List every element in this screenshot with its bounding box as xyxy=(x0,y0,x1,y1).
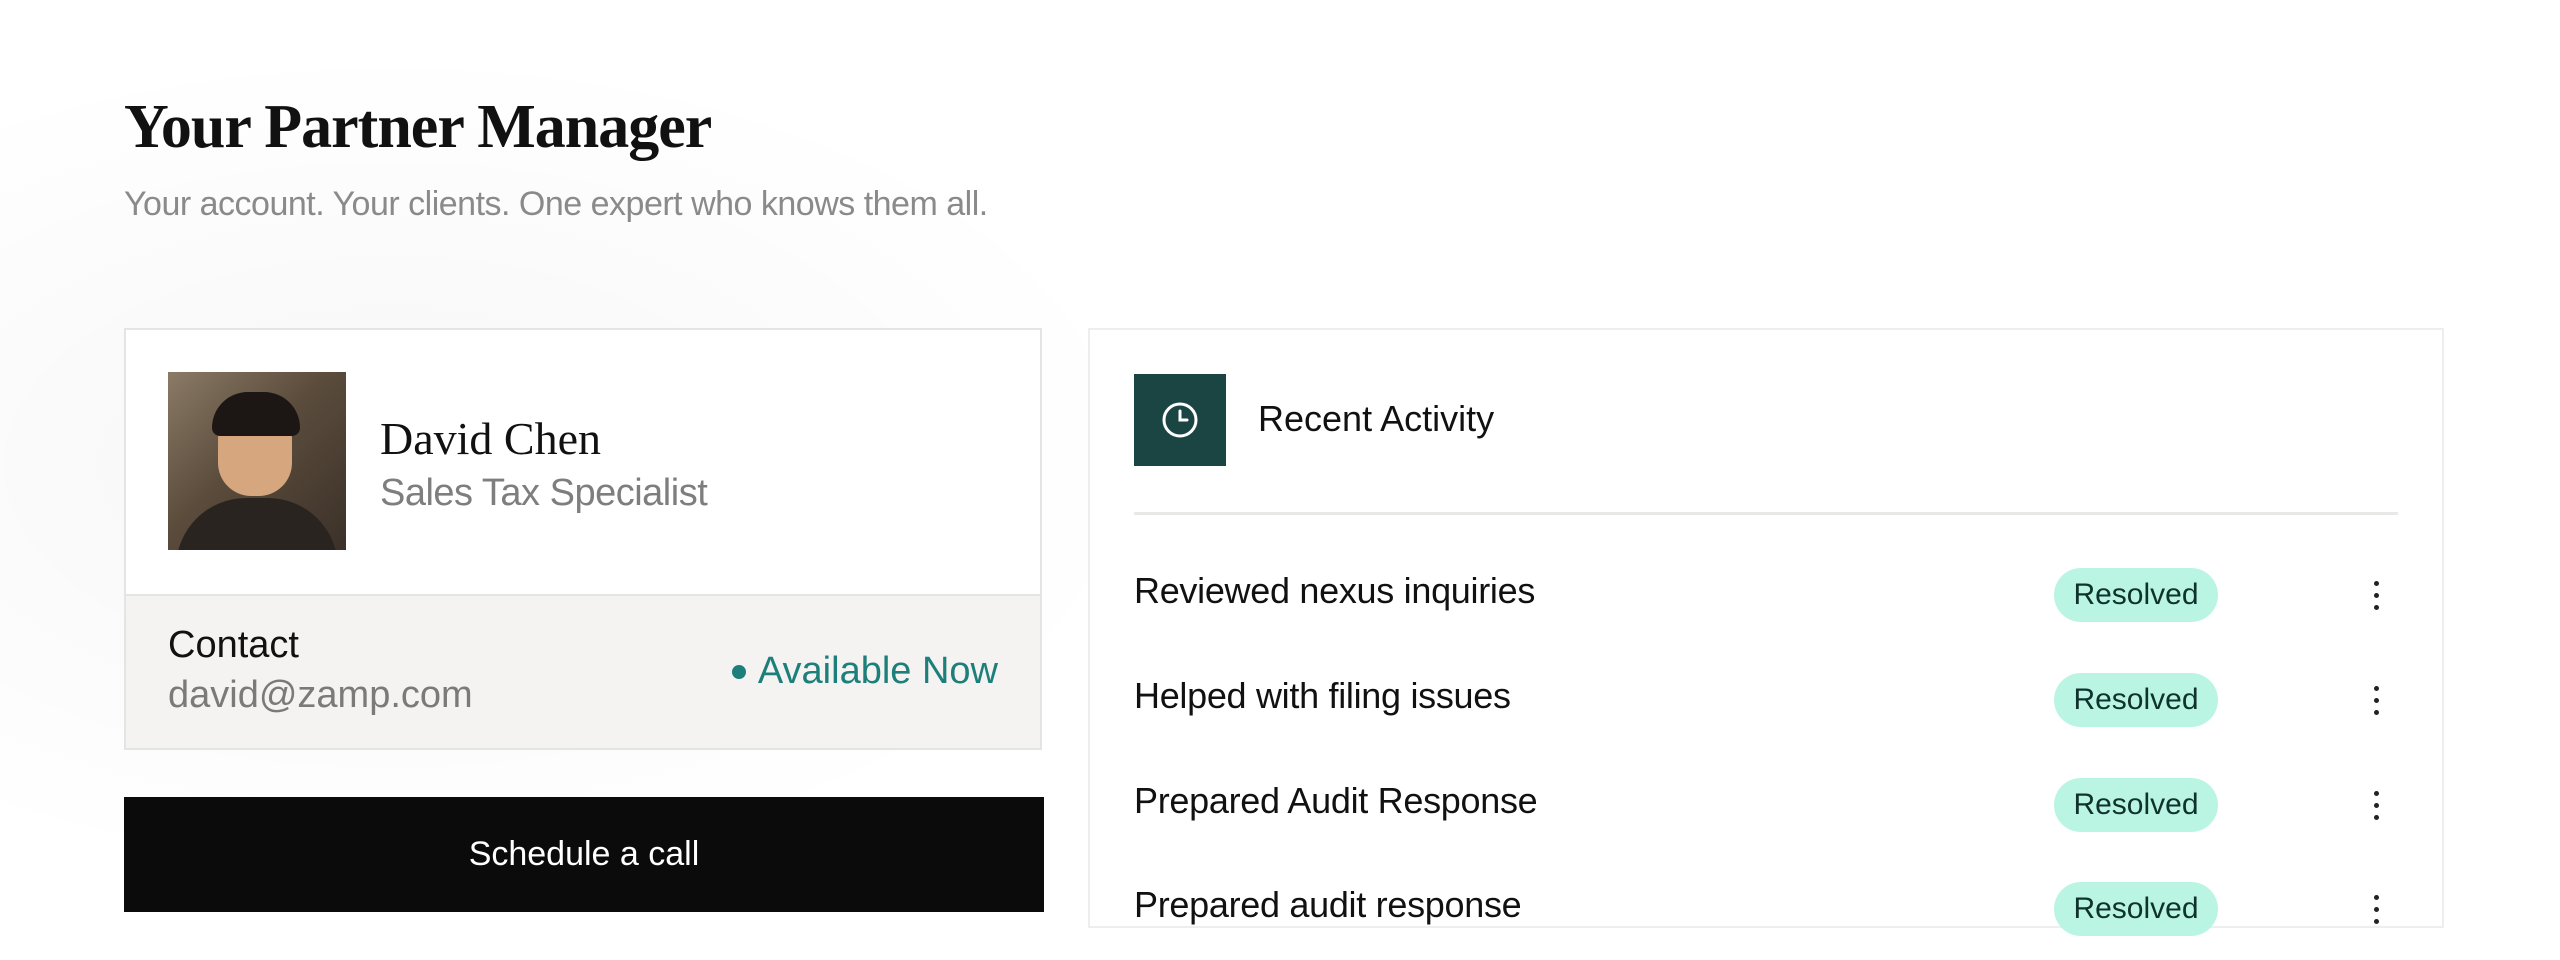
status-badge: Resolved xyxy=(2054,778,2218,832)
more-options-icon[interactable] xyxy=(2364,568,2388,622)
more-options-icon[interactable] xyxy=(2364,673,2388,727)
activity-item-label: Helped with filing issues xyxy=(1134,675,1511,716)
activity-item-label: Prepared audit response xyxy=(1134,884,1522,925)
contact-label: Contact xyxy=(168,624,299,666)
activity-icon-container xyxy=(1134,374,1226,466)
page-title: Your Partner Manager xyxy=(124,93,712,161)
activity-item: Prepared Audit Response Resolved xyxy=(1134,748,2398,852)
more-options-icon[interactable] xyxy=(2364,882,2388,936)
availability-label: Available Now xyxy=(757,650,998,692)
status-badge: Resolved xyxy=(2054,568,2218,622)
contact-section: Contact david@zamp.com Available Now xyxy=(126,594,1040,748)
partner-manager-card: David Chen Sales Tax Specialist Contact … xyxy=(124,328,1042,750)
activity-item: Prepared audit response Resolved xyxy=(1134,852,2398,956)
more-options-icon[interactable] xyxy=(2364,778,2388,832)
activity-item: Reviewed nexus inquiries Resolved xyxy=(1134,538,2398,642)
availability-status: Available Now xyxy=(731,650,998,693)
schedule-call-button[interactable]: Schedule a call xyxy=(124,797,1044,912)
page-subtitle: Your account. Your clients. One expert w… xyxy=(124,185,988,223)
status-dot-icon xyxy=(731,664,746,679)
profile-header: David Chen Sales Tax Specialist xyxy=(126,330,1040,594)
status-badge: Resolved xyxy=(2054,673,2218,727)
activity-item-label: Prepared Audit Response xyxy=(1134,780,1538,821)
recent-activity-panel: Recent Activity Reviewed nexus inquiries… xyxy=(1088,328,2444,936)
clock-icon xyxy=(1162,402,1198,438)
contact-email[interactable]: david@zamp.com xyxy=(168,674,473,717)
manager-role: Sales Tax Specialist xyxy=(380,472,708,514)
manager-name: David Chen xyxy=(380,413,602,464)
avatar xyxy=(168,372,346,550)
activity-item-label: Reviewed nexus inquiries xyxy=(1134,570,1536,611)
activity-title: Recent Activity xyxy=(1258,398,1495,439)
status-badge: Resolved xyxy=(2054,882,2218,936)
activity-item: Helped with filing issues Resolved xyxy=(1134,643,2398,747)
divider xyxy=(1134,512,2398,515)
